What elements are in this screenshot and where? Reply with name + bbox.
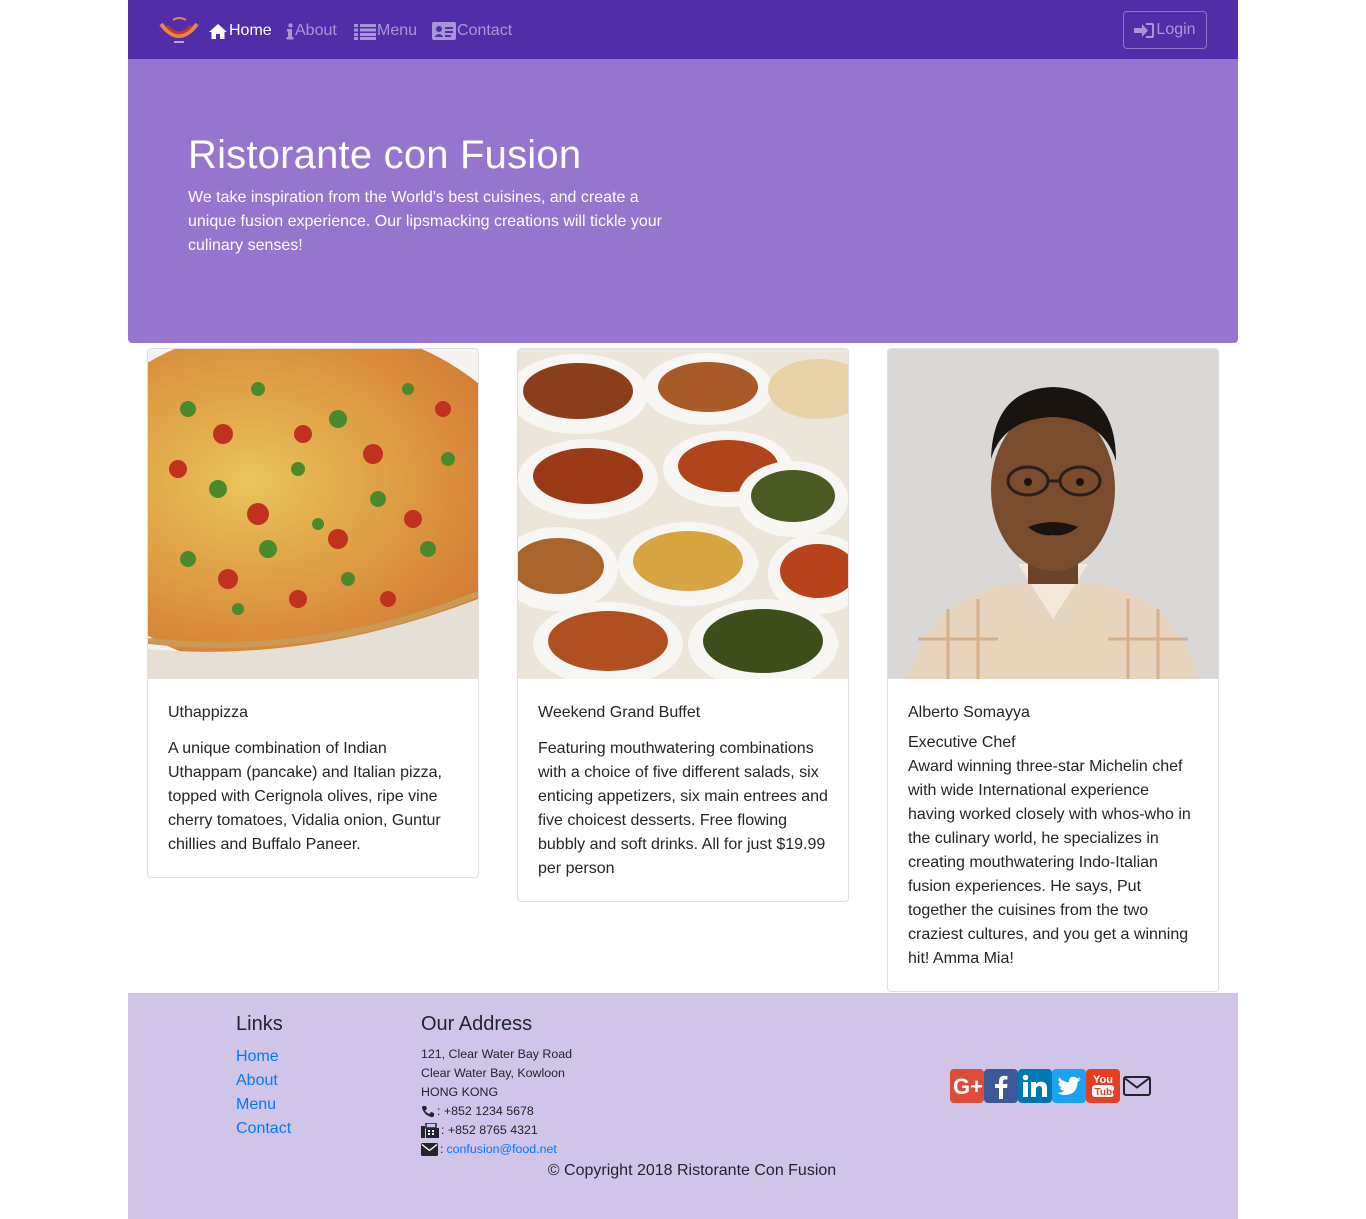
- nav-contact-label: Contact: [457, 22, 513, 39]
- fax-number: : +852 8765 4321: [441, 1123, 538, 1137]
- google-plus-icon[interactable]: G+: [950, 1069, 984, 1103]
- address-card-icon: [432, 22, 456, 40]
- svg-text:G+: G+: [953, 1074, 983, 1099]
- jumbotron: Ristorante con Fusion We take inspiratio…: [128, 59, 1238, 343]
- buffet-card: Weekend Grand Buffet Featuring mouthwate…: [517, 348, 849, 902]
- linkedin-icon[interactable]: [1018, 1069, 1052, 1103]
- sign-in-icon: [1134, 22, 1155, 38]
- card-title: Uthappizza: [168, 704, 249, 721]
- footer-links: Home About Menu Contact: [236, 1045, 291, 1141]
- navbar: Home About Menu Contact Login: [128, 0, 1238, 59]
- list-icon: [354, 23, 376, 40]
- info-icon: [286, 22, 294, 39]
- nav-menu-label: Menu: [377, 22, 418, 39]
- address-line: Clear Water Bay, Kowloon: [421, 1066, 565, 1080]
- address-heading: Our Address: [421, 1013, 533, 1035]
- phone-number: : +852 1234 5678: [437, 1104, 534, 1118]
- address-line: HONG KONG: [421, 1085, 499, 1099]
- facebook-icon[interactable]: [984, 1069, 1018, 1103]
- envelope-icon: [421, 1143, 438, 1156]
- address-block: 121, Clear Water Bay Road Clear Water Ba…: [421, 1045, 572, 1159]
- home-icon: [209, 23, 227, 39]
- nav-menu[interactable]: Menu: [354, 19, 417, 43]
- fax-line: : +852 8765 4321: [421, 1121, 572, 1140]
- nav-home-label: Home: [229, 22, 272, 39]
- youtube-icon[interactable]: You Tube: [1086, 1069, 1120, 1103]
- copyright-text: © Copyright 2018 Ristorante Con Fusion: [547, 1162, 837, 1179]
- footer-link-menu[interactable]: Menu: [236, 1093, 291, 1117]
- footer-link-contact[interactable]: Contact: [236, 1117, 291, 1141]
- svg-text:You: You: [1093, 1074, 1113, 1086]
- email-prefix: :: [440, 1142, 444, 1156]
- card-subtitle: Executive Chef: [908, 734, 1016, 751]
- nav-about[interactable]: About: [286, 19, 337, 43]
- nav-contact[interactable]: Contact: [432, 19, 512, 43]
- uthappizza-image: [148, 349, 478, 679]
- footer-link-about[interactable]: About: [236, 1069, 291, 1093]
- social-links: G+ You Tube: [950, 1069, 1154, 1103]
- page-title: Ristorante con Fusion: [188, 133, 582, 177]
- svg-text:Tube: Tube: [1095, 1087, 1119, 1098]
- address-line: 121, Clear Water Bay Road: [421, 1047, 573, 1061]
- twitter-icon[interactable]: [1052, 1069, 1086, 1103]
- card-text: A unique combination of Indian Uthappam …: [168, 740, 442, 853]
- fax-icon: [421, 1123, 439, 1138]
- login-label: Login: [1156, 21, 1196, 38]
- mail-icon[interactable]: [1120, 1069, 1154, 1103]
- card-title: Alberto Somayya: [908, 704, 1030, 721]
- jumbotron-text: We take inspiration from the World's bes…: [188, 189, 662, 254]
- card-text: Featuring mouthwatering combinations wit…: [538, 740, 828, 877]
- footer-link-home[interactable]: Home: [236, 1045, 291, 1069]
- links-heading: Links: [236, 1013, 283, 1035]
- chef-photo: [888, 349, 1218, 679]
- chef-card: Alberto Somayya Executive Chef Award win…: [887, 348, 1219, 992]
- buffet-image: [518, 349, 848, 679]
- email-line: : confusion@food.net: [421, 1140, 572, 1159]
- dish-card: Uthappizza A unique combination of India…: [147, 348, 479, 878]
- email-link[interactable]: confusion@food.net: [446, 1140, 556, 1159]
- restaurant-logo[interactable]: [158, 14, 200, 46]
- card-text: Award winning three-star Michelin chef w…: [908, 758, 1191, 967]
- phone-line: : +852 1234 5678: [421, 1102, 572, 1121]
- card-title: Weekend Grand Buffet: [538, 704, 701, 721]
- login-button[interactable]: Login: [1123, 11, 1207, 49]
- phone-icon: [422, 1106, 434, 1118]
- nav-home[interactable]: Home: [208, 19, 272, 43]
- nav-about-label: About: [295, 22, 337, 39]
- footer: Links Home About Menu Contact Our Addres…: [128, 993, 1238, 1219]
